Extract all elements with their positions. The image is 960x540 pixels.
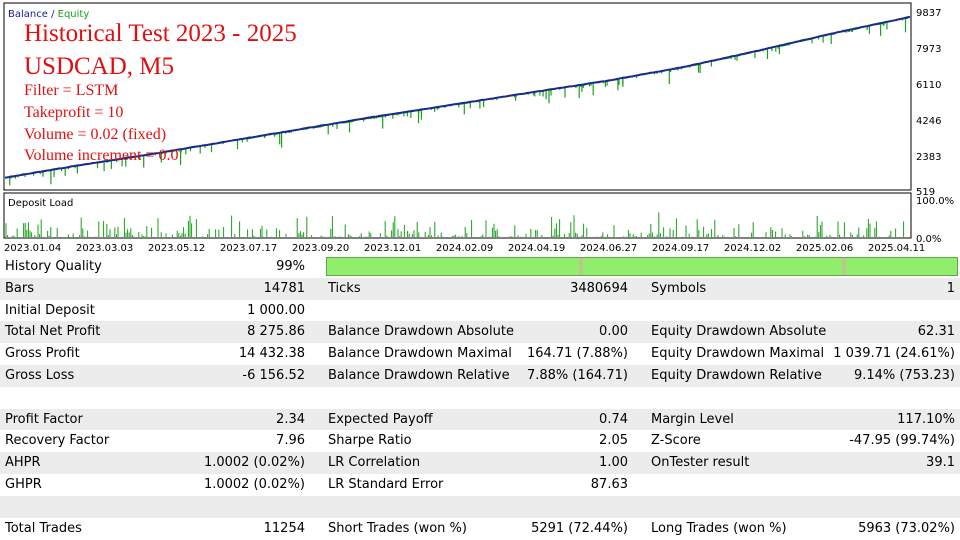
report-row-empty: [0, 387, 960, 409]
ghpr-label: GHPR: [5, 477, 42, 492]
balance-drawdown-relative-value: 7.88% (164.71): [526, 368, 628, 383]
x-tick: 2023.01.04: [4, 243, 61, 254]
overlay-param: Volume increment = 0.0: [24, 147, 179, 164]
report-row: AHPR 1.0002 (0.02%) LR Correlation 1.00 …: [0, 452, 960, 474]
total-trades-label: Total Trades: [5, 520, 82, 536]
sharpe-ratio-value: 2.05: [599, 433, 628, 449]
report-row: Total Net Profit 8 275.86 Balance Drawdo…: [0, 321, 960, 344]
profit-factor-label: Profit Factor: [5, 411, 83, 427]
x-tick: 2024.09.17: [652, 243, 709, 254]
legend-balance: Balance: [8, 9, 48, 20]
x-tick: 2024.12.02: [724, 243, 781, 254]
x-tick: 2023.05.12: [148, 243, 205, 254]
ticks-value: 3480694: [570, 280, 628, 296]
initial-deposit-value: 1 000.00: [247, 302, 305, 318]
ahpr-value: 1.0002 (0.02%): [203, 455, 305, 471]
y-tick: 4246: [916, 116, 941, 127]
x-tick: 2025.02.06: [796, 243, 853, 254]
overlay-param: Filter = LSTM: [24, 82, 119, 99]
lr-standard-error-value: 87.63: [590, 477, 628, 492]
legend-equity: Equity: [58, 9, 90, 20]
gross-profit-label: Gross Profit: [5, 346, 80, 362]
bars-value: 14781: [263, 280, 305, 296]
overlay-title: Historical Test 2023 - 2025: [24, 20, 297, 47]
history-quality-value: 99%: [276, 259, 305, 274]
report-row: Recovery Factor 7.96 Sharpe Ratio 2.05 Z…: [0, 430, 960, 452]
margin-level-value: 117.10%: [897, 411, 955, 427]
expected-payoff-value: 0.74: [599, 411, 628, 427]
balance-drawdown-absolute-value: 0.00: [599, 324, 628, 340]
x-tick: 2023.12.01: [364, 243, 421, 254]
y-tick: 9837: [916, 8, 941, 19]
deposit-load-pane: [3, 192, 912, 239]
x-tick: 2023.09.20: [292, 243, 349, 254]
total-net-profit-label: Total Net Profit: [5, 324, 101, 340]
y-tick: 7973: [916, 44, 941, 55]
equity-drawdown-absolute-value: 62.31: [917, 324, 955, 340]
initial-deposit-label: Initial Deposit: [5, 302, 95, 318]
long-trades-value: 5963 (73.02%): [858, 520, 955, 536]
x-tick: 2025.04.11: [868, 243, 925, 254]
balance-drawdown-maximal-value: 164.71 (7.88%): [526, 346, 628, 362]
overlay-subtitle: USDCAD, M5: [24, 53, 175, 80]
report-row-empty: [0, 495, 960, 518]
x-tick: 2024.04.19: [508, 243, 565, 254]
short-trades-value: 5291 (72.44%): [531, 520, 628, 536]
gross-loss-value: -6 156.52: [242, 368, 305, 383]
overlay-param: Takeprofit = 10: [24, 104, 124, 121]
x-tick: 2024.06.27: [580, 243, 637, 254]
equity-drawdown-relative-value: 9.14% (753.23): [853, 368, 955, 383]
ahpr-label: AHPR: [5, 455, 41, 471]
recovery-factor-label: Recovery Factor: [5, 433, 110, 449]
deposit-load-label: Deposit Load: [8, 198, 73, 209]
report-row: Gross Loss -6 156.52 Balance Drawdown Re…: [0, 365, 960, 387]
gross-loss-label: Gross Loss: [5, 368, 75, 383]
report-row: Initial Deposit 1 000.00: [0, 300, 960, 322]
report-row: Profit Factor 2.34 Expected Payoff 0.74 …: [0, 408, 960, 431]
chart-legend: Balance / Equity: [8, 9, 89, 20]
history-quality-label: History Quality: [5, 259, 102, 274]
total-trades-value: 11254: [263, 520, 305, 536]
recovery-factor-value: 7.96: [276, 433, 305, 449]
test-report: History Quality 99% Bars 14781 Ticks 348…: [0, 256, 960, 540]
x-tick: 2023.03.03: [76, 243, 133, 254]
ghpr-value: 1.0002 (0.02%): [203, 477, 305, 492]
z-score-value: -47.95 (99.74%): [849, 433, 955, 449]
overlay-param: Volume = 0.02 (fixed): [24, 126, 167, 143]
history-quality-bar: [326, 257, 958, 276]
report-row: GHPR 1.0002 (0.02%) LR Standard Error 87…: [0, 474, 960, 496]
report-row: Gross Profit 14 432.38 Balance Drawdown …: [0, 343, 960, 365]
x-tick: 2023.07.17: [220, 243, 277, 254]
profit-factor-value: 2.34: [276, 411, 305, 427]
total-net-profit-value: 8 275.86: [247, 324, 305, 340]
symbols-value: 1: [946, 280, 955, 296]
y-tick: 2383: [916, 152, 941, 163]
gross-profit-value: 14 432.38: [238, 346, 305, 362]
x-tick: 2024.02.09: [436, 243, 493, 254]
lr-correlation-value: 1.00: [599, 455, 628, 471]
report-row: Total Trades 11254 Short Trades (won %) …: [0, 518, 960, 540]
balance-equity-chart: Balance / Equity 9837 7973 6110 4246 238…: [0, 0, 960, 256]
ontester-result-value: 39.1: [926, 455, 955, 471]
equity-drawdown-maximal-value: 1 039.71 (24.61%): [833, 346, 955, 362]
deposit-load-tick: 100.0%: [916, 196, 954, 207]
y-tick: 6110: [916, 80, 941, 91]
bars-label: Bars: [5, 280, 35, 296]
report-row: Bars 14781 Ticks 3480694 Symbols 1: [0, 277, 960, 300]
report-row: History Quality 99%: [0, 256, 960, 278]
legend-separator: /: [48, 9, 58, 20]
